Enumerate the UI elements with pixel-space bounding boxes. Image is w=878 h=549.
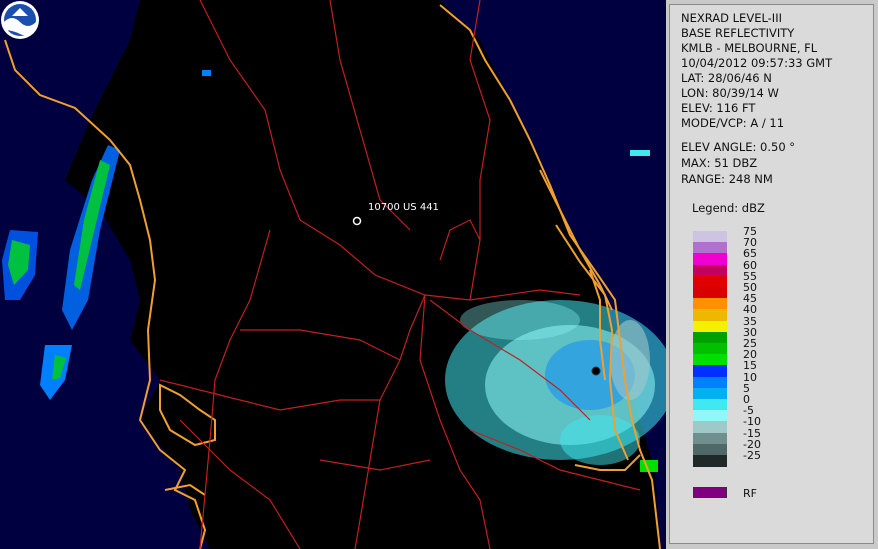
- legend-swatch: [693, 298, 727, 310]
- info-line: 10/04/2012 09:57:33 GMT: [681, 56, 833, 70]
- legend-swatch: [693, 287, 727, 299]
- info-panel: NEXRAD LEVEL-III BASE REFLECTIVITY KMLB - …: [669, 4, 874, 544]
- legend-swatch: [693, 343, 727, 355]
- info-line: NEXRAD LEVEL-III: [681, 11, 782, 25]
- legend-swatch: [693, 365, 727, 378]
- legend-swatch: [693, 354, 727, 366]
- legend-value: -25: [743, 449, 761, 462]
- place-marker-icon[interactable]: [352, 216, 362, 226]
- legend-title: Legend: dBZ: [692, 201, 765, 215]
- legend-swatch: [693, 264, 727, 277]
- radar-echo-cluster: [445, 300, 666, 465]
- legend-swatch: [693, 275, 727, 288]
- info-line: ELEV: 116 FT: [681, 101, 756, 115]
- legend-value: 65: [743, 247, 757, 261]
- legend-swatch: [693, 387, 727, 400]
- legend-swatch: [693, 421, 727, 434]
- legend-swatch: [693, 376, 727, 389]
- legend-swatch: [693, 320, 727, 333]
- info-line: LAT: 28/06/46 N: [681, 71, 772, 85]
- legend-swatch: [693, 253, 727, 266]
- legend-swatch: [693, 432, 727, 445]
- legend-swatch: [693, 410, 727, 422]
- rf-swatch: [693, 487, 727, 498]
- scan-line: RANGE: 248 NM: [681, 172, 773, 186]
- legend-swatch: [693, 443, 727, 456]
- legend-value: -10: [743, 415, 761, 429]
- legend-value: 15: [743, 359, 757, 373]
- info-line: LON: 80/39/14 W: [681, 86, 779, 100]
- legend-value: 35: [743, 314, 757, 328]
- info-line: BASE REFLECTIVITY: [681, 26, 795, 40]
- legend-swatch: [693, 231, 727, 243]
- radar-station-icon[interactable]: [591, 366, 601, 376]
- legend-swatch: [693, 455, 727, 467]
- info-line: MODE/VCP: A / 11: [681, 116, 785, 130]
- radar-map[interactable]: 10700 US 441: [0, 0, 666, 549]
- noaa-logo-icon: [1, 1, 39, 39]
- info-line: KMLB - MELBOURNE, FL: [681, 41, 818, 55]
- map-drawing: [0, 0, 666, 549]
- place-label: 10700 US 441: [368, 202, 439, 213]
- legend-swatch: [693, 309, 727, 322]
- legend-swatch: [693, 242, 727, 254]
- rf-label: RF: [743, 487, 757, 500]
- scan-line: ELEV ANGLE: 0.50 °: [681, 140, 796, 154]
- legend-value: 10: [743, 370, 757, 384]
- scan-line: MAX: 51 DBZ: [681, 156, 758, 170]
- legend-value: 40: [743, 303, 757, 317]
- legend-value: 60: [743, 258, 757, 272]
- legend-value: -15: [743, 426, 761, 440]
- legend-swatch: [693, 399, 727, 411]
- legend-swatch: [693, 331, 727, 344]
